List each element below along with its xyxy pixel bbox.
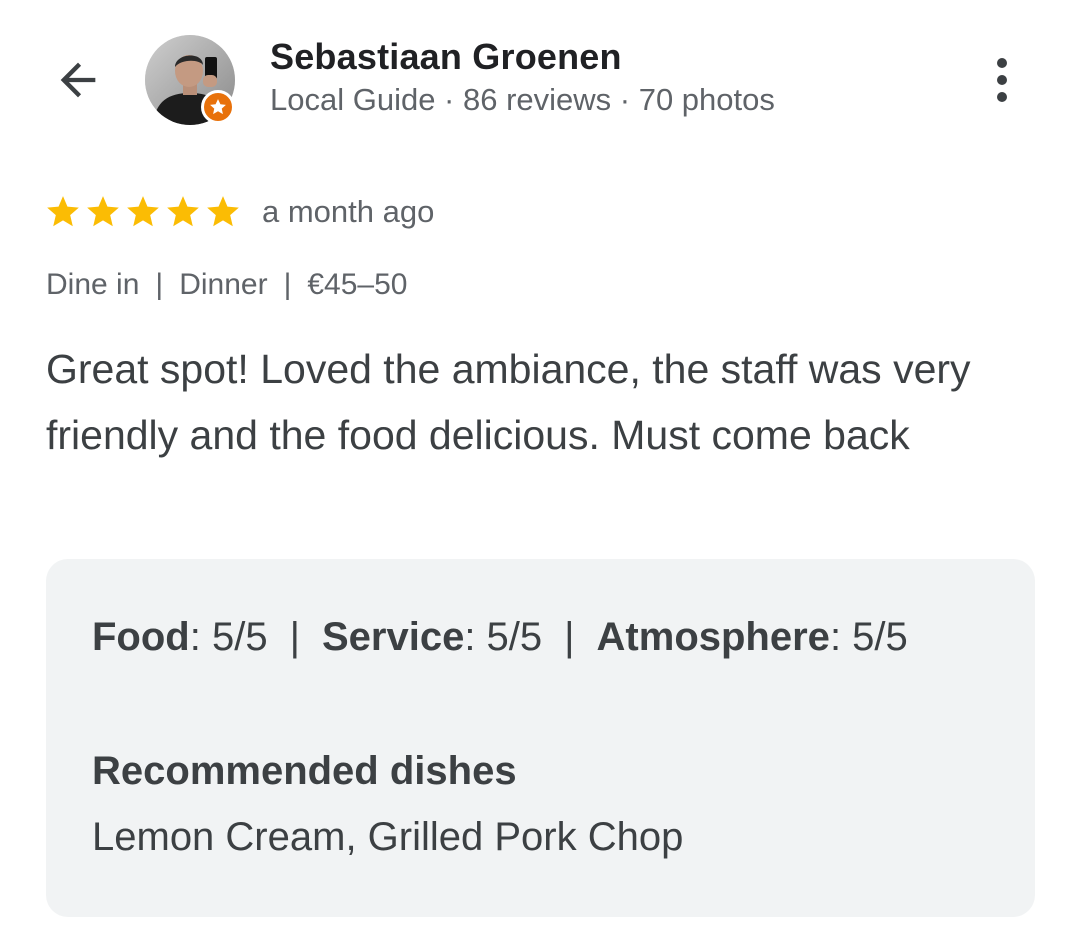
star-rating <box>44 193 242 231</box>
author-name[interactable]: Sebastiaan Groenen <box>270 36 622 78</box>
star-icon <box>47 196 79 227</box>
star-icon <box>127 196 159 227</box>
rating-row: a month ago <box>44 188 434 236</box>
author-avatar-container[interactable] <box>145 35 237 127</box>
back-button[interactable] <box>48 52 108 108</box>
star-icon <box>87 196 119 227</box>
local-guide-star-icon <box>210 99 226 115</box>
rating-atmosphere: Atmosphere: 5/5 <box>596 615 908 659</box>
separator: | <box>283 268 292 301</box>
review-page: Sebastiaan Groenen Local Guide · 86 revi… <box>0 0 1080 941</box>
service-type: Dine in <box>46 268 140 301</box>
category-ratings: Food: 5/5 | Service: 5/5 | Atmosphere: 5… <box>92 615 908 660</box>
separator: | <box>289 615 300 659</box>
rating-service: Service: 5/5 <box>321 615 543 659</box>
recommended-dishes-title: Recommended dishes <box>92 749 517 793</box>
more-options-button[interactable] <box>980 50 1024 110</box>
review-date: a month ago <box>262 194 435 229</box>
more-vert-icon-dot <box>997 92 1007 102</box>
review-details-card: Food: 5/5 | Service: 5/5 | Atmosphere: 5… <box>46 559 1035 917</box>
review-attributes: Dine in | Dinner | €45–50 <box>46 268 407 302</box>
local-guide-badge <box>201 90 235 124</box>
separator: | <box>564 615 575 659</box>
more-vert-icon <box>997 58 1007 68</box>
star-icon <box>167 196 199 227</box>
meal-type: Dinner <box>179 268 268 301</box>
price-range: €45–50 <box>307 268 408 301</box>
recommended-dishes-list: Lemon Cream, Grilled Pork Chop <box>92 815 684 859</box>
separator: | <box>155 268 164 301</box>
author-meta: Local Guide · 86 reviews · 70 photos <box>270 82 775 117</box>
review-text: Great spot! Loved the ambiance, the staf… <box>46 346 971 458</box>
rating-food: Food: 5/5 <box>92 615 268 659</box>
more-vert-icon-dot <box>997 75 1007 85</box>
star-icon <box>207 196 239 227</box>
arrow-back-icon <box>60 62 96 98</box>
